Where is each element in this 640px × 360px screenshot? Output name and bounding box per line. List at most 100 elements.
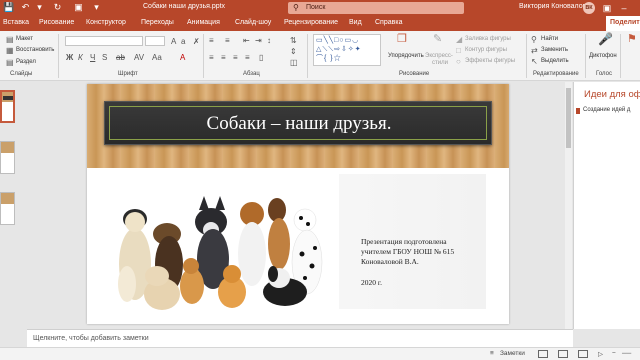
pane-status-text: Создание идей д — [583, 107, 631, 113]
outline-icon: □ — [456, 46, 461, 55]
tab-slideshow[interactable]: Слайд-шоу — [235, 19, 271, 26]
shapes-gallery[interactable]: ▭╲╲□○▭◡ △⟍⟍⇨⇩✧✦ ⌒{ }☆ — [313, 34, 381, 66]
shape-outline-button[interactable]: Контур фигуры — [465, 47, 507, 53]
slide-thumbnail[interactable] — [0, 141, 15, 174]
font-size-select[interactable] — [145, 36, 165, 46]
slideshow-icon[interactable]: ▷ — [598, 350, 603, 358]
tab-design[interactable]: Конструктор — [86, 19, 126, 26]
slide-thumbnail[interactable] — [0, 192, 15, 225]
layout-icon: ▤ — [6, 35, 14, 44]
paragraph-group-label: Абзац — [243, 71, 260, 77]
case-icon[interactable]: Aa — [152, 53, 162, 62]
slide-canvas[interactable]: Собаки – наши друзья. Презентация подгот… — [87, 84, 509, 324]
group-divider — [58, 34, 59, 78]
group-divider — [307, 34, 308, 78]
notes-pane[interactable]: Щелкните, чтобы добавить заметки — [27, 329, 573, 347]
columns-icon[interactable]: ▯ — [259, 53, 263, 62]
tab-animations[interactable]: Анимация — [187, 19, 220, 26]
smartart-icon[interactable]: ◫ — [290, 58, 298, 67]
font-color-icon[interactable]: A — [180, 53, 185, 62]
year-text[interactable]: 2020 г. — [361, 278, 382, 287]
tab-insert[interactable]: Вставка — [3, 19, 29, 26]
avatar[interactable]: ВК — [583, 2, 595, 14]
clear-format-icon[interactable]: ✗ — [193, 37, 200, 46]
layout-button[interactable]: Макет — [16, 36, 33, 42]
zoom-slider[interactable]: ── — [622, 350, 631, 357]
dictate-button[interactable]: Диктофон — [589, 53, 617, 59]
tab-transitions[interactable]: Переходы — [141, 19, 174, 26]
reset-button[interactable]: Восстановить — [16, 47, 54, 53]
search-box[interactable]: ⚲ Поиск — [288, 2, 464, 14]
section-button[interactable]: Раздел — [16, 59, 36, 65]
tab-draw[interactable]: Рисование — [39, 19, 74, 26]
slide-thumbnail[interactable] — [0, 90, 15, 123]
customize-qat-icon[interactable]: ▾ — [91, 2, 102, 13]
group-divider — [585, 34, 586, 78]
user-name[interactable]: Виктория Коновалова — [519, 3, 590, 10]
ribbon-tabs: Вставка Рисование Конструктор Переходы А… — [0, 16, 640, 31]
decrease-indent-icon[interactable]: ⇤ — [243, 36, 250, 45]
bold-icon[interactable]: Ж — [66, 53, 73, 62]
quick-styles-button-line2: стили — [432, 60, 448, 66]
tab-help[interactable]: Справка — [375, 19, 402, 26]
scrollbar-thumb[interactable] — [566, 88, 571, 148]
tab-review[interactable]: Рецензирование — [284, 19, 338, 26]
caption-line: Презентация подготовлена — [361, 237, 447, 246]
group-divider — [526, 34, 527, 78]
notes-icon[interactable]: ≡ — [490, 350, 494, 357]
quick-styles-button[interactable]: Экспресс- — [425, 53, 453, 59]
justify-icon[interactable]: ≡ — [245, 53, 250, 62]
notes-toggle-button[interactable]: Заметки — [500, 350, 525, 357]
find-button[interactable]: Найти — [541, 36, 558, 42]
text-direction-icon[interactable]: ⇅ — [290, 36, 297, 45]
slide-sorter-icon[interactable] — [558, 350, 568, 358]
pane-title: Идеи для оф — [584, 89, 640, 100]
tab-view[interactable]: Вид — [349, 19, 362, 26]
align-right-icon[interactable]: ≡ — [233, 53, 238, 62]
line-spacing-icon[interactable]: ↕ — [267, 36, 271, 45]
chevron-down-icon[interactable]: ▾ — [34, 2, 45, 13]
editing-group-label: Редактирование — [533, 71, 579, 77]
strikethrough-icon[interactable]: ab — [116, 53, 125, 62]
select-icon: ↖ — [531, 57, 538, 66]
increase-font-icon[interactable]: A — [171, 37, 176, 46]
shape-effects-button[interactable]: Эффекты фигуры — [465, 58, 515, 64]
align-text-icon[interactable]: ⇕ — [290, 47, 297, 56]
minimize-icon[interactable]: – — [617, 1, 631, 15]
zoom-out-button[interactable]: − — [612, 350, 616, 357]
slide-title[interactable]: Собаки – наши друзья. — [105, 113, 493, 135]
search-icon: ⚲ — [293, 3, 299, 12]
status-bar: ≡ Заметки ▷ − ── — [0, 347, 640, 360]
numbering-icon[interactable]: ≡ — [225, 36, 230, 45]
arrange-button[interactable]: Упорядочить — [388, 53, 424, 59]
title-placeholder[interactable]: Собаки – наши друзья. — [104, 101, 492, 145]
present-icon[interactable]: ▣ — [73, 2, 84, 13]
progress-indicator — [576, 108, 580, 114]
italic-icon[interactable]: К — [78, 53, 83, 62]
shadow-icon[interactable]: S — [102, 53, 107, 62]
undo-icon[interactable]: ↶ — [20, 2, 31, 13]
shape-fill-button[interactable]: Заливка фигуры — [465, 36, 511, 42]
spacing-icon[interactable]: AV — [134, 53, 144, 62]
align-center-icon[interactable]: ≡ — [221, 53, 226, 62]
bullets-icon[interactable]: ≡ — [209, 36, 214, 45]
replace-icon: ⇄ — [531, 46, 538, 55]
replace-button[interactable]: Заменить — [541, 47, 568, 53]
share-button[interactable]: Поделит — [606, 16, 640, 31]
increase-indent-icon[interactable]: ⇥ — [255, 36, 262, 45]
save-icon[interactable]: 💾 — [3, 2, 14, 13]
select-button[interactable]: Выделить — [541, 58, 569, 64]
vertical-scrollbar[interactable] — [565, 82, 572, 329]
ribbon-display-icon[interactable]: ▣ — [600, 1, 614, 15]
author-caption[interactable]: Презентация подготовлена учителем ГБОУ Н… — [361, 237, 454, 267]
font-family-select[interactable] — [65, 36, 143, 46]
underline-icon[interactable]: Ч — [90, 53, 95, 62]
normal-view-icon[interactable] — [538, 350, 548, 358]
find-icon: ⚲ — [531, 35, 537, 44]
redo-icon[interactable]: ↻ — [52, 2, 63, 13]
dogs-picture[interactable] — [107, 174, 339, 310]
designer-icon[interactable]: ⚑ — [627, 34, 637, 45]
decrease-font-icon[interactable]: a — [181, 37, 185, 46]
align-left-icon[interactable]: ≡ — [209, 53, 214, 62]
reading-view-icon[interactable] — [578, 350, 588, 358]
